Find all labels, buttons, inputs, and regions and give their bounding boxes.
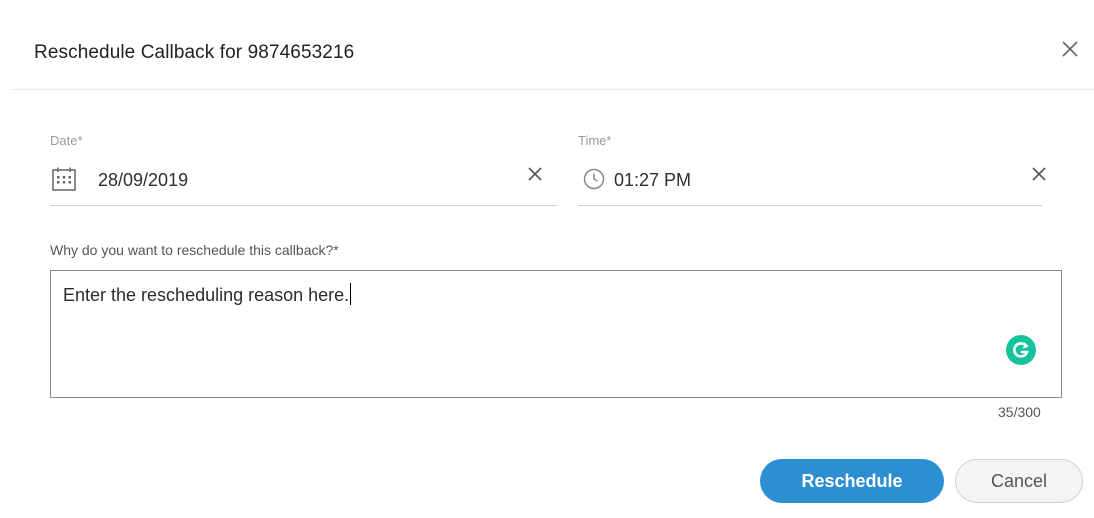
reschedule-dialog: Reschedule Callback for 9874653216 Date*…: [0, 0, 1094, 518]
reason-text: Enter the rescheduling reason here.: [63, 283, 352, 306]
close-icon[interactable]: [1057, 36, 1083, 62]
header-divider: [10, 89, 1094, 90]
date-underline: [50, 205, 557, 206]
grammarly-icon[interactable]: [1006, 335, 1036, 365]
cancel-button[interactable]: Cancel: [955, 459, 1083, 503]
calendar-icon: [51, 166, 77, 197]
clock-icon: [582, 167, 606, 196]
date-clear-icon[interactable]: [526, 165, 544, 183]
reschedule-button[interactable]: Reschedule: [760, 459, 944, 503]
dialog-title: Reschedule Callback for 9874653216: [34, 42, 355, 63]
time-label: Time*: [578, 133, 612, 148]
time-input[interactable]: 01:27 PM: [614, 170, 691, 191]
time-clear-icon[interactable]: [1030, 165, 1048, 183]
reason-label: Why do you want to reschedule this callb…: [50, 242, 339, 258]
reason-textarea[interactable]: Enter the rescheduling reason here.: [50, 270, 1062, 398]
time-underline: [578, 205, 1042, 206]
text-caret: [350, 283, 352, 305]
character-counter: 35/300: [998, 404, 1041, 420]
reason-value: Enter the rescheduling reason here.: [63, 285, 350, 305]
date-input[interactable]: 28/09/2019: [98, 170, 188, 191]
date-label: Date*: [50, 133, 83, 148]
